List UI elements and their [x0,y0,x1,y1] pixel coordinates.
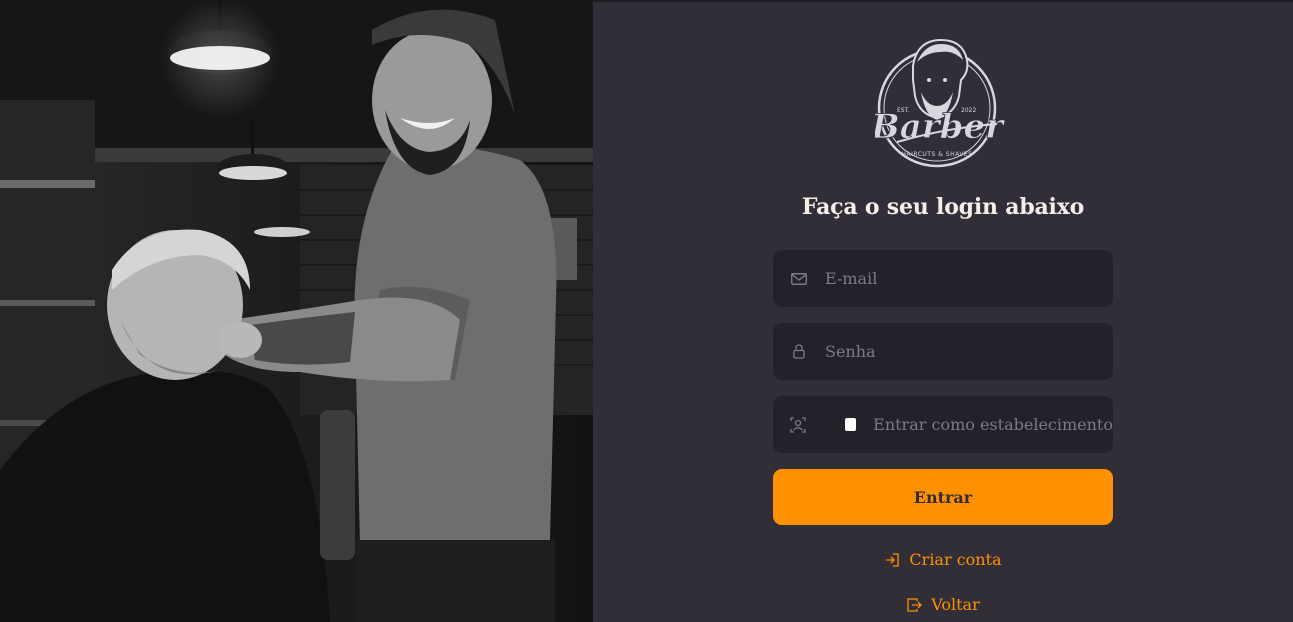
barber-logo: EST. 2022 Barber HAIRCUTS & SHAVES [870,36,1007,170]
back-link[interactable]: Voltar [593,595,1293,614]
create-account-link[interactable]: Criar conta [593,550,1293,569]
sign-out-icon [906,597,923,613]
back-label: Voltar [931,595,980,614]
logo-brand: Barber [875,107,1005,147]
establishment-checkbox[interactable] [845,418,857,431]
hero-photo [0,0,593,622]
page-title: Faça o seu login abaixo [801,194,1085,220]
establishment-label: Entrar como estabelecimento [873,415,1113,434]
establishment-field[interactable]: Entrar como estabelecimento [773,396,1113,453]
mail-icon [790,270,808,288]
login-button[interactable]: Entrar [773,469,1113,525]
lock-icon [790,343,808,361]
logo-tagline: HAIRCUTS & SHAVES [901,151,972,158]
sign-in-icon [884,552,900,568]
login-panel: EST. 2022 Barber HAIRCUTS & SHAVES Faça … [593,0,1293,622]
create-account-label: Criar conta [909,550,1002,569]
user-square-icon [790,416,806,434]
password-field[interactable] [773,323,1113,380]
password-input[interactable] [825,342,1113,361]
email-field[interactable] [773,250,1113,307]
email-input[interactable] [825,269,1113,288]
